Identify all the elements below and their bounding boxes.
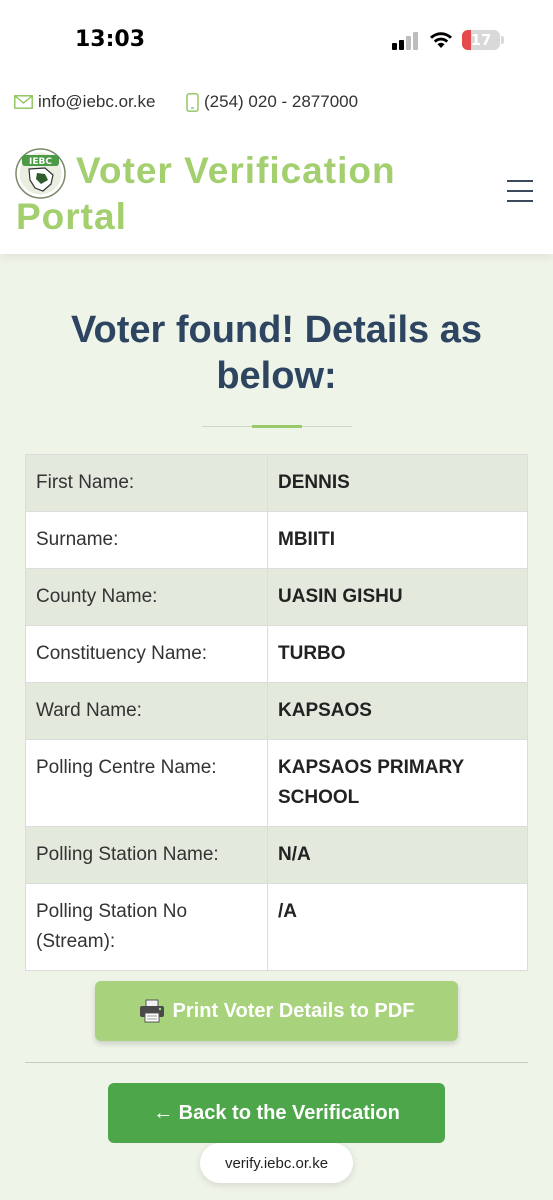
detail-value: N/A [267,826,528,884]
contact-bar: info@iebc.or.ke (254) 020 - 2877000 [0,80,553,128]
portal-title-line2: Portal [16,196,127,237]
page-title-line2: below: [216,355,337,397]
page-title: Voter found! Details as below: [30,307,523,399]
envelope-icon [14,95,33,109]
back-to-verification-button[interactable]: ← Back to the Verification [108,1083,445,1143]
table-row: Polling Centre Name: KAPSAOS PRIMARY SCH… [25,739,528,827]
detail-value: KAPSAOS PRIMARY SCHOOL [267,739,528,827]
detail-label: Polling Station Name: [25,826,268,884]
wifi-icon [430,32,452,48]
portal-title-line1: Voter Verification [76,150,396,191]
detail-value: TURBO [267,625,528,683]
battery-level: 17 [470,31,492,49]
detail-label: Surname: [25,511,268,569]
print-button-label: Print Voter Details to PDF [172,999,415,1022]
detail-value: KAPSAOS [267,682,528,740]
table-row: Polling Station No (Stream): /A [25,883,528,971]
hamburger-menu-icon[interactable] [507,180,533,202]
voter-details-table: First Name: DENNIS Surname: MBIITI Count… [25,454,528,971]
table-row: First Name: DENNIS [25,454,528,512]
detail-label: County Name: [25,568,268,626]
contact-phone[interactable]: (254) 020 - 2877000 [186,92,358,112]
url-text: verify.iebc.or.ke [224,1154,329,1172]
detail-label: Polling Station No (Stream): [25,883,268,971]
detail-value: DENNIS [267,454,528,512]
print-pdf-button[interactable]: Print Voter Details to PDF [95,981,458,1041]
mobile-phone-icon [186,92,199,112]
page-title-line1: Voter found! Details as [70,309,483,351]
table-row: County Name: UASIN GISHU [25,568,528,626]
detail-label: First Name: [25,454,268,512]
detail-label: Polling Centre Name: [25,739,268,827]
phone-text: (254) 020 - 2877000 [204,92,359,111]
cellular-signal-icon [392,32,422,50]
site-header: IEBC Voter Verification Portal [0,128,553,254]
email-text: info@iebc.or.ke [38,92,156,111]
table-row: Surname: MBIITI [25,511,528,569]
printer-icon [139,999,164,1023]
detail-label: Ward Name: [25,682,268,740]
battery-nub [501,36,504,44]
title-divider-accent [252,425,302,428]
section-divider [25,1062,528,1063]
detail-value: /A [267,883,528,971]
status-time: 13:03 [75,27,146,52]
back-button-label: ← Back to the Verification [153,1101,400,1124]
status-bar: 13:03 17 [0,0,553,80]
detail-value: MBIITI [267,511,528,569]
battery-icon: 17 [462,30,500,50]
detail-value: UASIN GISHU [267,568,528,626]
detail-label: Constituency Name: [25,625,268,683]
table-row: Ward Name: KAPSAOS [25,682,528,740]
browser-url-bar[interactable]: verify.iebc.or.ke [200,1143,353,1183]
table-row: Constituency Name: TURBO [25,625,528,683]
contact-email[interactable]: info@iebc.or.ke [14,92,155,112]
portal-title: Voter Verification Portal [16,148,486,240]
table-row: Polling Station Name: N/A [25,826,528,884]
